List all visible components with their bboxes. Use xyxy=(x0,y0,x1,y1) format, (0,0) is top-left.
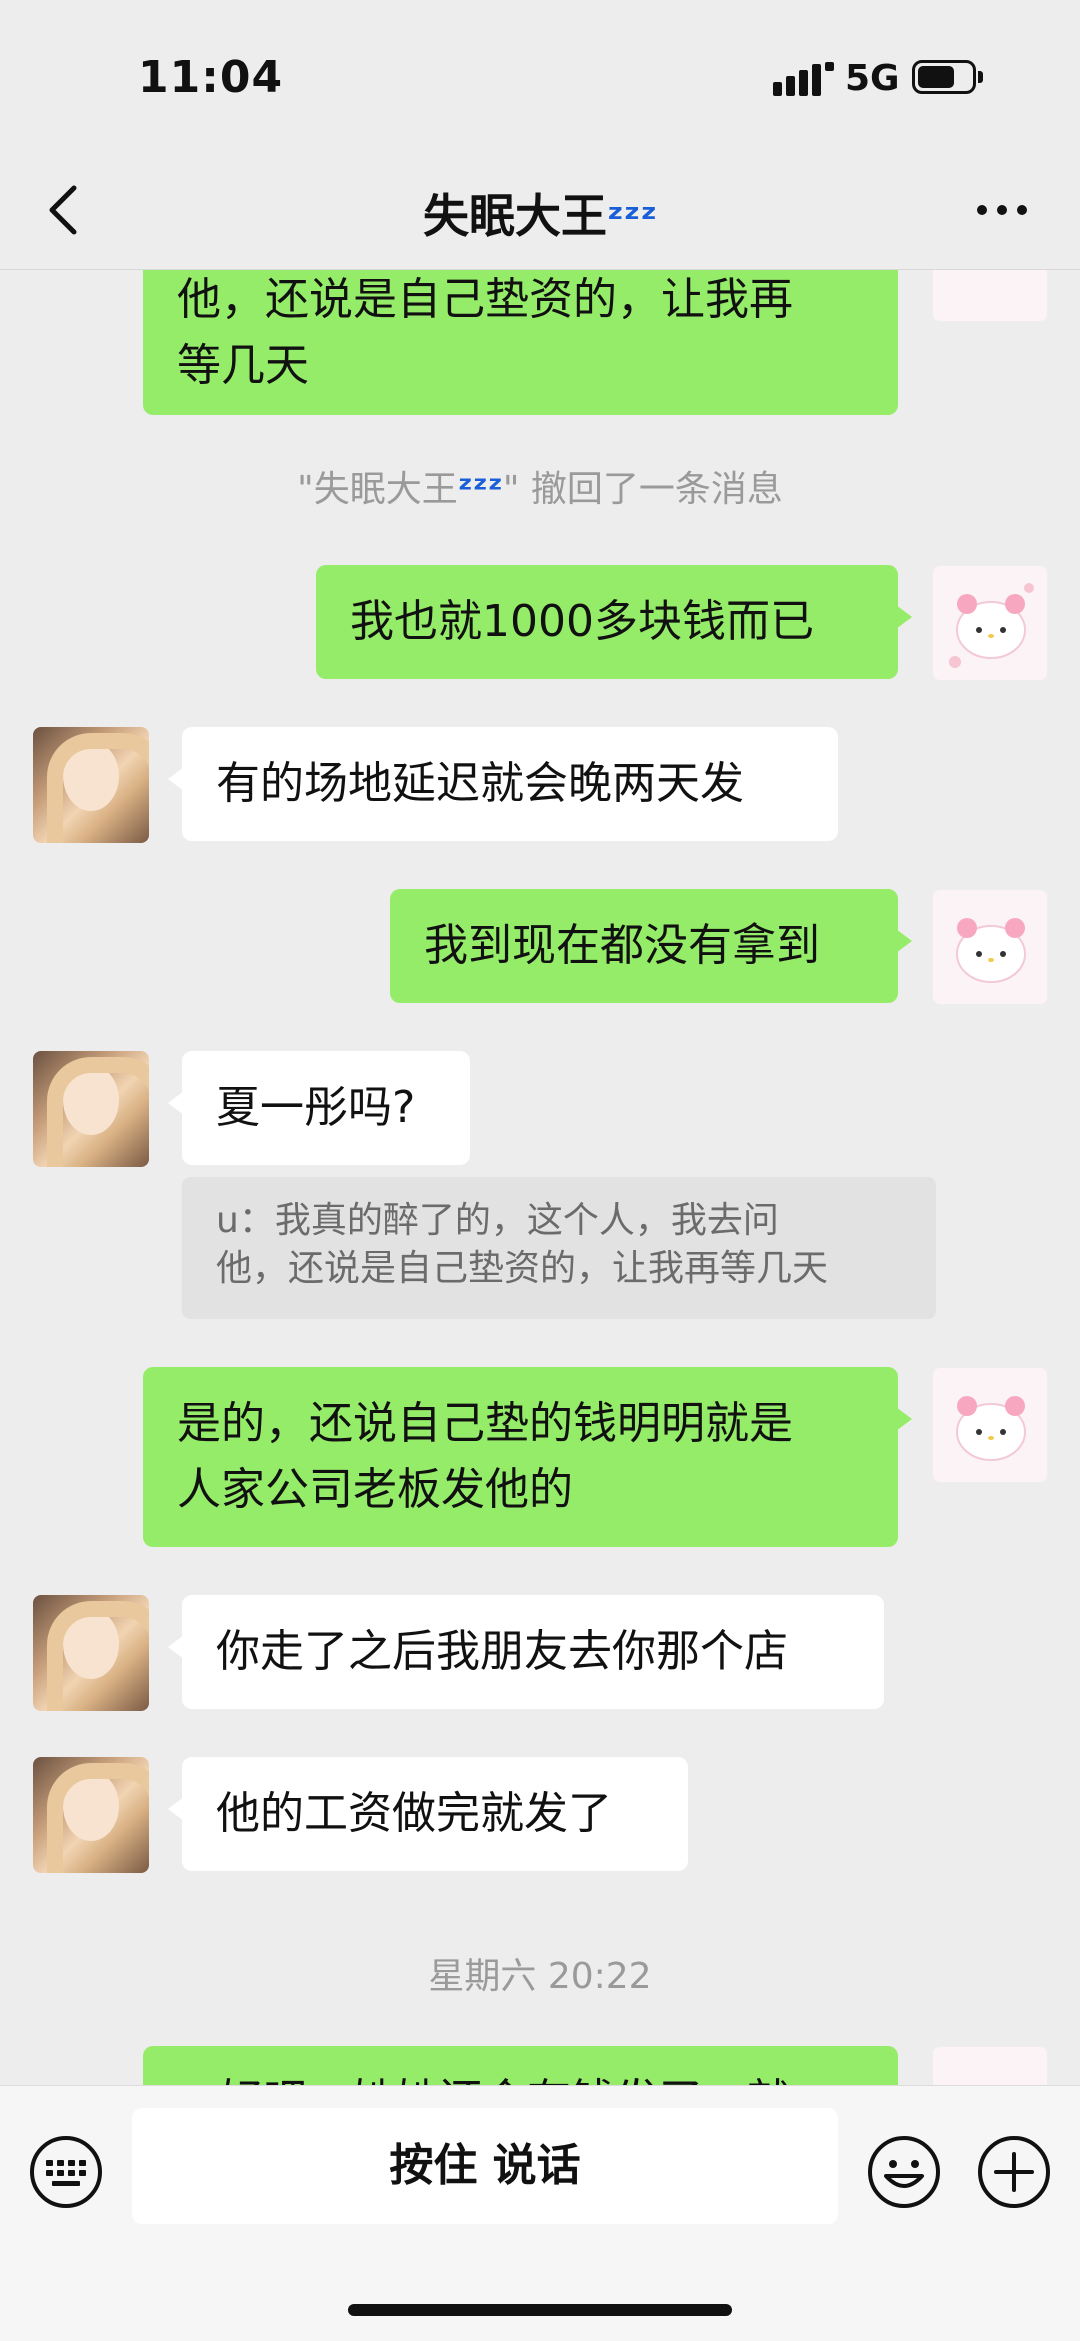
my-avatar[interactable] xyxy=(932,889,1048,1005)
message-timestamp: 星期六 20:22 xyxy=(428,1956,652,1997)
hello-kitty-icon xyxy=(949,583,1034,668)
message-text: 夏一彤吗? xyxy=(216,1082,416,1133)
message-bubble-outgoing[interactable]: 是的，还说自己垫的钱明明就是 人家公司老板发他的 xyxy=(143,1367,912,1547)
keyboard-icon[interactable] xyxy=(28,2134,104,2210)
status-bar: 11:04 5G xyxy=(0,0,1080,150)
message-bubble-outgoing[interactable]: 他，还说是自己垫资的，让我再 等几天 xyxy=(143,270,898,415)
hello-kitty-icon xyxy=(956,918,1026,983)
message-line: 是的，还说自己垫的钱明明就是 xyxy=(177,1398,793,1449)
quoted-message[interactable]: u：我真的醉了的，这个人，我去问 他，还说是自己垫资的，让我再等几天 xyxy=(182,1177,936,1319)
my-avatar[interactable] xyxy=(932,2046,1048,2085)
status-time: 11:04 xyxy=(138,52,284,103)
message-line: 人家公司老板发他的 xyxy=(177,1464,573,1515)
chat-title-name: 失眠大王 xyxy=(422,189,607,243)
contact-avatar[interactable] xyxy=(33,1595,149,1711)
home-indicator[interactable] xyxy=(348,2304,732,2316)
quote-line: u：我真的醉了的，这个人，我去问 xyxy=(216,1200,779,1241)
message-bubble-outgoing[interactable]: 我也就1000多块钱而已 xyxy=(316,565,912,679)
chat-list[interactable]: 他，还说是自己垫资的，让我再 等几天 "失眠大王ᶻᶻᶻ" 撤回了一条消息 我也就… xyxy=(0,270,1080,2085)
quote-line: 他，还说是自己垫资的，让我再等几天 xyxy=(216,1248,829,1289)
more-dots-icon[interactable] xyxy=(972,180,1032,240)
message-text: 他，还说是自己垫资的，让我再 等几天 xyxy=(177,270,793,399)
chat-title: 失眠大王ᶻᶻᶻ xyxy=(0,180,1080,246)
message-bubble-incoming[interactable]: 他的工资做完就发了 xyxy=(168,1757,688,1871)
input-bar: 按住 说话 xyxy=(0,2085,1080,2341)
contact-avatar[interactable] xyxy=(33,1051,149,1167)
message-text: 有的场地延迟就会晚两天发 xyxy=(216,758,744,809)
hold-to-talk-button[interactable]: 按住 说话 xyxy=(132,2108,838,2224)
plus-icon[interactable] xyxy=(976,2134,1052,2210)
my-avatar[interactable] xyxy=(932,1367,1048,1483)
my-avatar[interactable] xyxy=(932,270,1048,322)
contact-avatar[interactable] xyxy=(33,727,149,843)
message-text: 我到现在都没有拿到 xyxy=(424,920,820,971)
emoji-icon[interactable] xyxy=(866,2134,942,2210)
signal-icon xyxy=(773,62,834,96)
chat-header: 失眠大王ᶻᶻᶻ xyxy=(0,150,1080,270)
message-bubble-incoming[interactable]: 夏一彤吗? xyxy=(168,1051,470,1165)
message-text: ...好吧，她她还会有钱发了，就 xyxy=(177,2068,791,2085)
hello-kitty-icon xyxy=(956,1396,1026,1461)
message-text: 他的工资做完就发了 xyxy=(216,1788,612,1839)
message-bubble-outgoing[interactable]: ...好吧，她她还会有钱发了，就 xyxy=(143,2046,898,2085)
message-bubble-outgoing[interactable]: 我到现在都没有拿到 xyxy=(390,889,912,1003)
message-line: 等几天 xyxy=(177,339,309,391)
my-avatar[interactable] xyxy=(932,565,1048,681)
recall-notice: "失眠大王ᶻᶻᶻ" 撤回了一条消息 xyxy=(0,460,1080,512)
message-text: 是的，还说自己垫的钱明明就是 人家公司老板发他的 xyxy=(177,1391,793,1523)
contact-avatar[interactable] xyxy=(33,1757,149,1873)
zzz-emoji: ᶻᶻᶻ xyxy=(606,196,658,242)
message-bubble-incoming[interactable]: 你走了之后我朋友去你那个店 xyxy=(168,1595,884,1709)
battery-icon xyxy=(912,60,983,94)
message-line: 他，还说是自己垫资的，让我再 xyxy=(177,273,793,325)
message-text: 我也就1000多块钱而已 xyxy=(350,596,814,647)
message-text: 你走了之后我朋友去你那个店 xyxy=(216,1626,788,1677)
recall-name: "失眠大王 xyxy=(297,469,458,510)
recall-text: " 撤回了一条消息 xyxy=(502,469,783,510)
zzz-emoji: ᶻᶻᶻ xyxy=(457,469,503,510)
network-type: 5G xyxy=(845,58,900,99)
message-bubble-incoming[interactable]: 有的场地延迟就会晚两天发 xyxy=(168,727,838,841)
